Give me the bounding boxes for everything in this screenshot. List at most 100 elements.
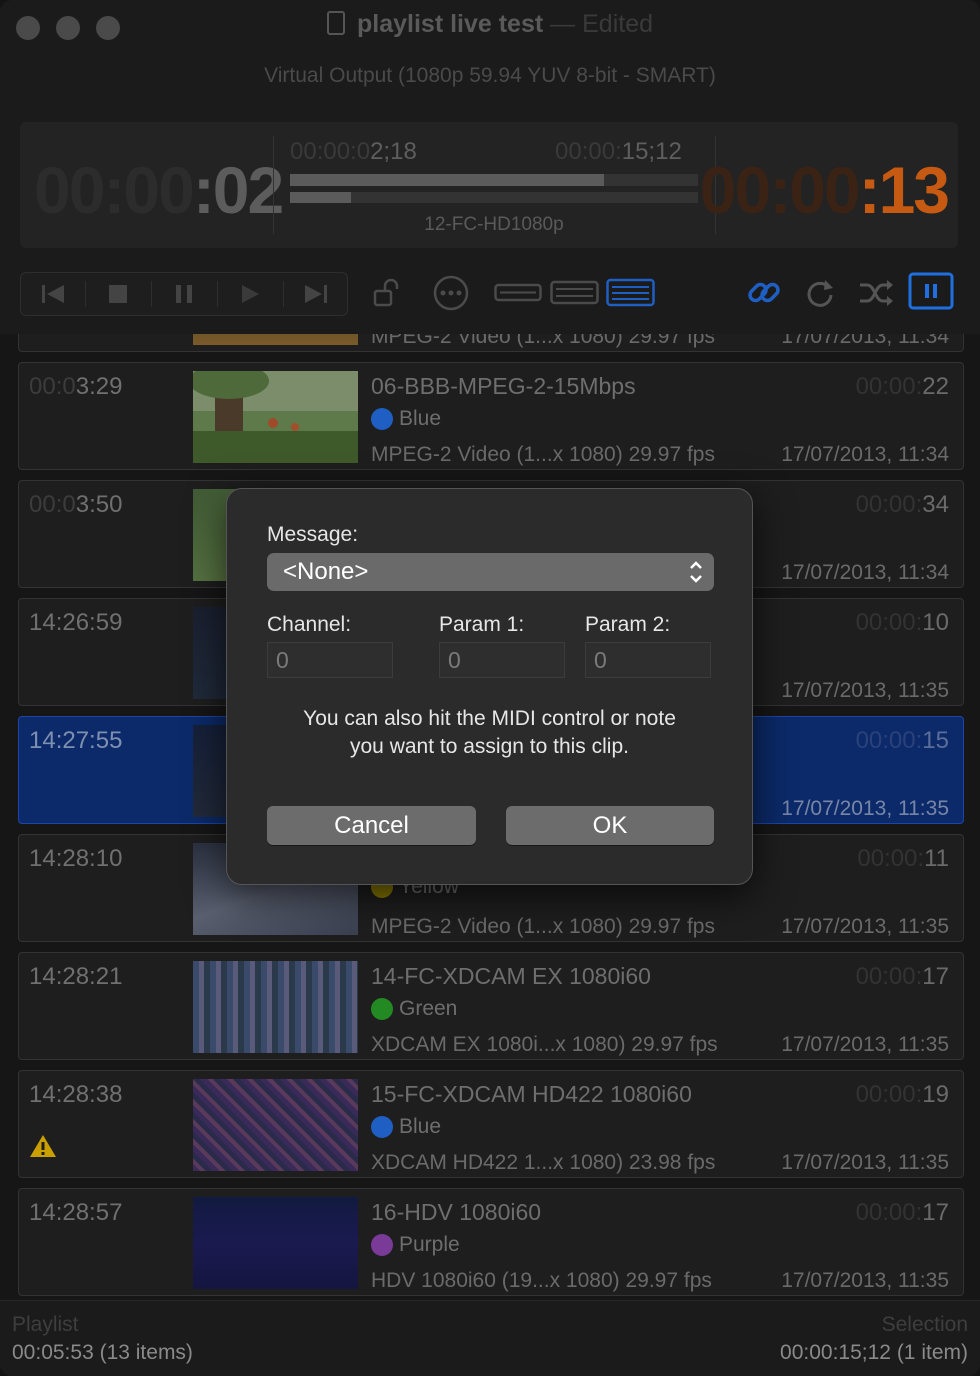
tag-color-dot xyxy=(371,1234,393,1256)
clip-format: MPEG-2 Video (1...x 1080) 29.97 fps xyxy=(371,915,715,938)
playlist-label: Playlist xyxy=(12,1313,79,1336)
clip-date: 17/07/2013, 11:35 xyxy=(781,679,949,702)
clip-start-bright: 14:28:10 xyxy=(29,845,123,872)
repeat-icon[interactable] xyxy=(803,276,837,315)
clip-start-time: 14:28:10 xyxy=(29,845,122,873)
hint-text: You can also hit the MIDI control or not… xyxy=(247,705,732,761)
list-item[interactable]: MPEG-2 Video (1...x 1080) 29.97 fps 17/0… xyxy=(18,334,964,352)
clip-start-dim: 00:0 xyxy=(29,491,76,518)
elapsed-timecode: 00:00:02 xyxy=(34,152,284,228)
list-item[interactable]: 14:28:38 15-FC-XDCAM HD422 1080i60 00:00… xyxy=(18,1070,964,1178)
clip-progress-bar xyxy=(290,174,698,186)
tag-label: Blue xyxy=(399,1115,442,1138)
more-icon[interactable] xyxy=(433,275,469,316)
clip-start-time: 00:03:50 xyxy=(29,491,122,519)
current-clip-name: 12-FC-HD1080p xyxy=(424,214,564,235)
unlock-icon[interactable] xyxy=(372,278,402,313)
param1-field[interactable]: 0 xyxy=(439,642,565,678)
window-title-text: playlist live test xyxy=(357,10,544,38)
clip-format: MPEG-2 Video (1...x 1080) 29.97 fps xyxy=(371,443,715,466)
clip-start-time: 14:28:57 xyxy=(29,1199,122,1227)
param2-field[interactable]: 0 xyxy=(585,642,711,678)
tag-color-dot xyxy=(371,998,393,1020)
clip-duration: 00:00:17 xyxy=(856,963,949,991)
clip-duration-bright: 22 xyxy=(922,373,949,400)
clip-duration-bright: 15;12 xyxy=(621,138,682,165)
clip-start-bright: 3:50 xyxy=(75,491,123,518)
clip-color-tag: Blue xyxy=(371,1115,441,1139)
display-medium-icon[interactable] xyxy=(550,280,600,311)
clip-elapsed-dim: 00:00:0 xyxy=(290,138,371,165)
list-item[interactable]: 00:03:29 06-BBB-MPEG-2-15Mbps 00:00:22 B… xyxy=(18,362,964,470)
clip-date: 17/07/2013, 11:34 xyxy=(781,334,949,348)
clip-duration: 00:00:11 xyxy=(857,845,949,873)
clip-start-bright: 14:28:21 xyxy=(29,963,123,990)
clip-date: 17/07/2013, 11:34 xyxy=(781,561,949,584)
ok-button[interactable]: OK xyxy=(506,806,714,845)
output-device-label: Virtual Output (1080p 59.94 YUV 8-bit - … xyxy=(264,64,716,87)
clip-start-bright: 14:28:57 xyxy=(29,1199,123,1226)
clip-start-bright: 3:29 xyxy=(75,373,123,400)
pause-icon[interactable] xyxy=(152,273,216,315)
clip-start-time: 14:27:55 xyxy=(29,727,122,755)
link-icon[interactable] xyxy=(746,275,782,316)
display-large-icon[interactable] xyxy=(606,278,656,313)
param1-label: Param 1: xyxy=(439,613,525,636)
message-label: Message: xyxy=(267,523,359,546)
clip-duration-dim: 00:00: xyxy=(855,373,923,400)
clip-date: 17/07/2013, 11:35 xyxy=(781,1269,949,1292)
clip-date: 17/07/2013, 11:35 xyxy=(781,1151,949,1174)
playlist-progress-bar xyxy=(290,192,698,203)
clip-thumbnail xyxy=(193,961,358,1053)
clip-format: HDV 1080i60 (19...x 1080) 29.97 fps xyxy=(371,1269,712,1292)
warning-icon[interactable] xyxy=(29,1133,57,1164)
skip-back-icon[interactable] xyxy=(21,273,85,315)
clip-duration-bright: 34 xyxy=(922,491,949,518)
clip-duration-dim: 00:00: xyxy=(855,491,923,518)
pause-on-clip-icon[interactable] xyxy=(908,272,954,317)
clip-duration: 00:00:10 xyxy=(856,609,949,637)
clip-duration: 00:00:15;12 xyxy=(555,138,682,166)
clip-thumbnail xyxy=(193,1079,358,1171)
tag-color-dot xyxy=(371,1116,393,1138)
shuffle-icon[interactable] xyxy=(858,278,894,313)
title-bar: playlist live test — Edited xyxy=(0,0,980,56)
clip-start-dim: 00:0 xyxy=(29,373,76,400)
clip-name: 15-FC-XDCAM HD422 1080i60 xyxy=(371,1081,692,1107)
list-item[interactable]: 14:28:57 16-HDV 1080i60 00:00:17 Purple … xyxy=(18,1188,964,1296)
midi-assign-dialog: Message: <None> Channel: Param 1: Param … xyxy=(226,488,753,885)
clip-duration-bright: 17 xyxy=(922,963,949,990)
message-select-value: <None> xyxy=(283,558,369,585)
clip-start-bright: 14:26:59 xyxy=(29,609,123,636)
clip-elapsed: 00:00:02;18 xyxy=(290,138,417,166)
chevron-updown-icon xyxy=(690,561,702,583)
clip-start-time: 00:03:29 xyxy=(29,373,122,401)
tag-label: Green xyxy=(399,997,458,1020)
clip-elapsed-bright: 2;18 xyxy=(370,138,417,165)
stop-icon[interactable] xyxy=(86,273,150,315)
display-thin-icon[interactable] xyxy=(494,282,542,309)
skip-forward-icon[interactable] xyxy=(284,273,347,315)
title-edited-state: Edited xyxy=(582,10,653,38)
clip-start-time: 14:28:38 xyxy=(29,1081,122,1109)
tag-label: Blue xyxy=(399,407,442,430)
tag-label: Purple xyxy=(399,1233,460,1256)
clip-duration-dim: 00:00: xyxy=(855,1081,923,1108)
cancel-button[interactable]: Cancel xyxy=(267,806,476,845)
play-icon[interactable] xyxy=(218,273,282,315)
clip-color-tag: Purple xyxy=(371,1233,460,1257)
tag-color-dot xyxy=(371,408,393,430)
playlist-total: 00:05:53 (13 items) xyxy=(12,1341,193,1364)
clip-progress-fill xyxy=(290,174,605,186)
clip-format: XDCAM HD422 1...x 1080) 23.98 fps xyxy=(371,1151,716,1174)
channel-label: Channel: xyxy=(267,613,352,636)
clip-duration-bright: 15 xyxy=(922,727,949,754)
channel-field[interactable]: 0 xyxy=(267,642,393,678)
message-select[interactable]: <None> xyxy=(267,553,714,591)
clip-duration-dim: 00:00: xyxy=(555,138,622,165)
clip-start-bright: 14:28:38 xyxy=(29,1081,123,1108)
list-item[interactable]: 14:28:21 14-FC-XDCAM EX 1080i60 00:00:17… xyxy=(18,952,964,1060)
clip-thumbnail xyxy=(193,1197,358,1289)
clip-duration-dim: 00:00: xyxy=(857,845,925,872)
clip-duration-dim: 00:00: xyxy=(855,1199,923,1226)
